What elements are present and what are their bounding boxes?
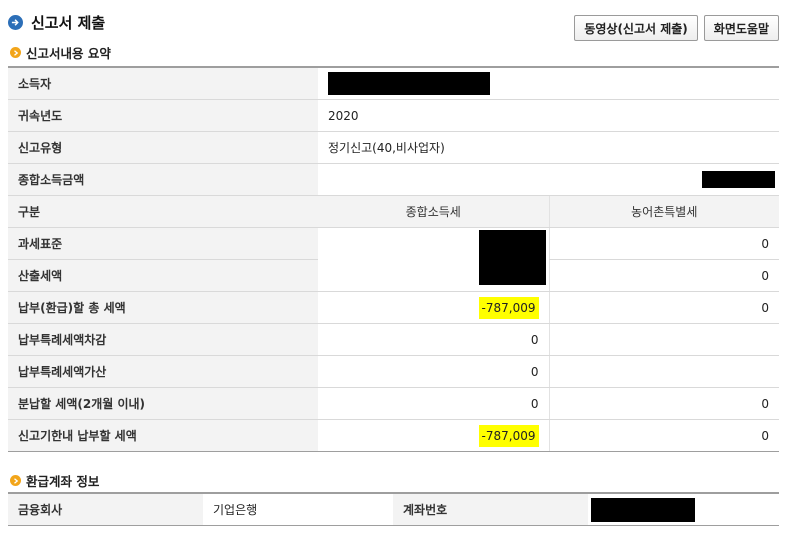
table-row: 납부특례세액가산 0 xyxy=(8,355,779,388)
type-label: 신고유형 xyxy=(8,131,318,164)
year-label: 귀속년도 xyxy=(8,99,318,132)
refund-title: 환급계좌 정보 xyxy=(26,474,100,489)
income-tax-value: 0 xyxy=(318,387,549,420)
rural-tax-value: 0 xyxy=(548,291,779,324)
income-earner-value xyxy=(318,66,779,100)
page-header: 신고서 제출 xyxy=(8,10,105,34)
total-income-value xyxy=(318,163,779,196)
table-row: 신고유형 정기신고(40,비사업자) xyxy=(8,131,779,164)
refund-table: 금융회사 기업은행 계좌번호 xyxy=(8,492,779,526)
row-label: 분납할 세액(2개월 이내) xyxy=(8,387,318,420)
table-row: 납부특례세액차감 0 xyxy=(8,323,779,356)
rural-tax-value: 0 xyxy=(548,227,779,260)
income-tax-value: 0 xyxy=(318,323,549,356)
table-row: 종합소득금액 xyxy=(8,163,779,196)
column-header-income-tax: 종합소득세 xyxy=(318,195,549,228)
highlighted-amount: -787,009 xyxy=(478,424,539,447)
row-label: 납부특례세액가산 xyxy=(8,355,318,388)
rural-tax-value: 0 xyxy=(548,419,779,452)
row-label: 과세표준 xyxy=(8,227,318,260)
bank-value: 기업은행 xyxy=(203,492,393,526)
header-buttons: 동영상(신고서 제출) 화면도움말 xyxy=(574,15,779,41)
row-label: 신고기한내 납부할 세액 xyxy=(8,419,318,452)
table-row: 귀속년도 2020 xyxy=(8,99,779,132)
refund-section-title: 환급계좌 정보 xyxy=(10,471,99,490)
row-label: 납부(환급)할 총 세액 xyxy=(8,291,318,324)
redacted-amount xyxy=(318,227,549,292)
table-row: 납부(환급)할 총 세액 -787,009 0 xyxy=(8,291,779,324)
summary-title: 신고서내용 요약 xyxy=(26,46,111,61)
table-row: 소득자 xyxy=(8,66,779,100)
rural-tax-value xyxy=(548,323,779,356)
page-title: 신고서 제출 xyxy=(31,13,106,32)
table-row: 금융회사 기업은행 계좌번호 xyxy=(8,492,779,526)
income-tax-value: 0 xyxy=(318,355,549,388)
income-earner-label: 소득자 xyxy=(8,66,318,100)
highlighted-amount: -787,009 xyxy=(478,296,539,319)
table-row: 신고기한내 납부할 세액 -787,009 0 xyxy=(8,419,779,452)
row-label: 산출세액 xyxy=(8,259,318,292)
rural-tax-value: 0 xyxy=(548,387,779,420)
rural-tax-value: 0 xyxy=(548,259,779,292)
table-row: 과세표준 0 xyxy=(8,227,779,292)
year-value: 2020 xyxy=(318,99,779,132)
type-value: 정기신고(40,비사업자) xyxy=(318,131,779,164)
account-value xyxy=(588,492,779,526)
row-label: 납부특례세액차감 xyxy=(8,323,318,356)
video-guide-button[interactable]: 동영상(신고서 제출) xyxy=(574,15,698,41)
summary-table: 소득자 귀속년도 2020 신고유형 정기신고(40,비사업자) 종합소득금액 … xyxy=(8,66,779,452)
income-tax-value: -787,009 xyxy=(318,291,549,324)
rural-tax-value xyxy=(548,355,779,388)
summary-section-title: 신고서내용 요약 xyxy=(10,43,111,62)
screen-help-button[interactable]: 화면도움말 xyxy=(703,15,779,41)
column-header-rural-tax: 농어촌특별세 xyxy=(548,195,779,228)
income-tax-value: -787,009 xyxy=(318,419,549,452)
arrow-right-circle-icon xyxy=(8,14,23,30)
table-row: 분납할 세액(2개월 이내) 0 0 xyxy=(8,387,779,420)
chevron-right-icon xyxy=(10,47,21,58)
account-label: 계좌번호 xyxy=(393,492,588,526)
total-income-label: 종합소득금액 xyxy=(8,163,318,196)
column-header-category: 구분 xyxy=(8,195,318,228)
bank-label: 금융회사 xyxy=(8,492,203,526)
table-header-row: 구분 종합소득세 농어촌특별세 xyxy=(8,195,779,228)
chevron-right-icon xyxy=(10,475,21,486)
